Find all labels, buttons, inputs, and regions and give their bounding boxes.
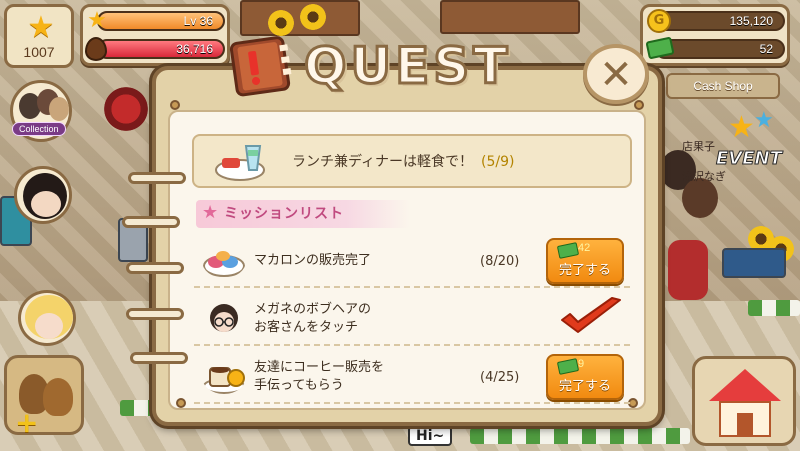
mission-reward: 9 [578,358,585,370]
awning-stripe [748,300,800,316]
mission-row: メガネのボブヘアの お客さんをタッチ [194,292,630,346]
hi-sign: Hi~ [408,426,453,446]
featured-quest-text: ランチ兼ディナーは軽食で！ (5/9) [292,136,515,188]
rivet-decoration [176,398,186,408]
checkmark-icon [561,297,621,333]
rope-tab-decoration [128,172,186,184]
shop-sign: 店果子 [682,140,715,153]
star-icon: ★ [87,8,107,33]
rope-tab-decoration [126,262,184,274]
level-badge[interactable]: ★ 1007 [4,4,74,68]
rope-tab-decoration [130,352,188,364]
star-icon: ★ [27,10,55,45]
star-icon: ★ [754,108,774,133]
gold-coin-icon: G [647,9,671,33]
home-roof-icon [709,369,781,401]
red-plant-decoration [100,84,152,134]
rivet-decoration [634,100,644,110]
home-button[interactable] [692,356,796,446]
coin-bar: 36,716 [97,39,225,59]
coffee-icon [203,367,245,394]
npc-customer[interactable] [668,240,708,300]
close-button[interactable]: ✕ [583,44,649,104]
character-face-icon [31,191,61,217]
complete-button-label: 完了する [558,263,611,278]
mission-row: マカロンの販売完了 (8/20) 42 完了する [194,234,630,288]
close-icon: ✕ [599,52,633,98]
star-icon: ★ [728,110,755,145]
complete-button-label: 完了する [558,379,611,394]
rope-tab-decoration [126,308,184,320]
level-label: Lv 36 [183,14,213,28]
friends-button[interactable]: + [4,355,84,439]
friend-silhouette-icon [43,378,73,416]
mission-text: メガネのボブヘアの [254,302,372,317]
cash-bill-icon [556,242,580,259]
mission-text: 手伝ってもらう [254,378,344,393]
character-button[interactable] [18,290,76,346]
sunflower-decoration [300,4,326,30]
mission-progress: (8/20) [480,254,520,269]
shop-shelf [440,0,580,34]
mission-text: マカロンの販売完了 [254,253,372,268]
mission-progress: (4/25) [480,370,520,385]
npc-customer[interactable] [682,178,718,218]
complete-mission-button[interactable]: 42 完了する [546,238,624,284]
level-number: 1007 [23,44,55,60]
home-door-icon [737,413,753,437]
mission-text: お客さんをタッチ [254,320,359,335]
collection-label: Collection [12,122,66,136]
add-friend-icon: + [15,406,39,439]
mission-list-title: ミッションリスト [224,206,344,222]
customer-avatar-icon [210,304,238,332]
awning-stripe [470,428,690,444]
xp-panel: Lv 36 ★ 36,716 [80,4,230,66]
gold-bar: 135,120 [655,11,785,31]
gold-value: 135,120 [729,14,773,28]
featured-quest-progress: (5/9) [481,154,515,170]
quest-book-icon [229,36,292,97]
character-button[interactable] [14,166,72,224]
lunch-plate-icon [215,145,265,181]
cash-bill-icon [556,358,580,375]
level-bar: Lv 36 [97,11,225,31]
mission-reward: 42 [578,242,591,254]
register-machine [722,248,786,278]
character-face-icon [35,313,63,339]
cash-shop-button[interactable]: Cash Shop [666,73,780,99]
coffee-bean-icon [85,37,107,61]
rope-tab-decoration [122,216,180,228]
complete-mission-button[interactable]: 9 完了する [546,354,624,400]
mission-row: 友達にコーヒー販売を 手伝ってもらう (4/25) 9 完了する [194,350,630,404]
currency-panel: 135,120 G 52 [640,4,790,66]
macaron-icon [203,251,245,277]
featured-quest[interactable]: ランチ兼ディナーは軽食で！ (5/9) [192,134,632,188]
collection-portrait-icon [49,97,69,121]
rivet-decoration [170,100,180,110]
cash-bar: 52 [655,39,785,59]
cash-value: 52 [759,42,773,56]
mission-list-header: ★ ミッションリスト [196,200,410,228]
star-icon: ★ [202,202,219,223]
mission-text: 友達にコーヒー販売を [254,360,385,375]
featured-quest-title: ランチ兼ディナーは軽食で！ [292,154,474,170]
xp-value: 36,716 [176,42,213,56]
quest-title: QUEST [302,36,512,97]
event-label: EVENT [716,148,783,170]
event-button[interactable]: ★ ★ EVENT [714,108,796,178]
